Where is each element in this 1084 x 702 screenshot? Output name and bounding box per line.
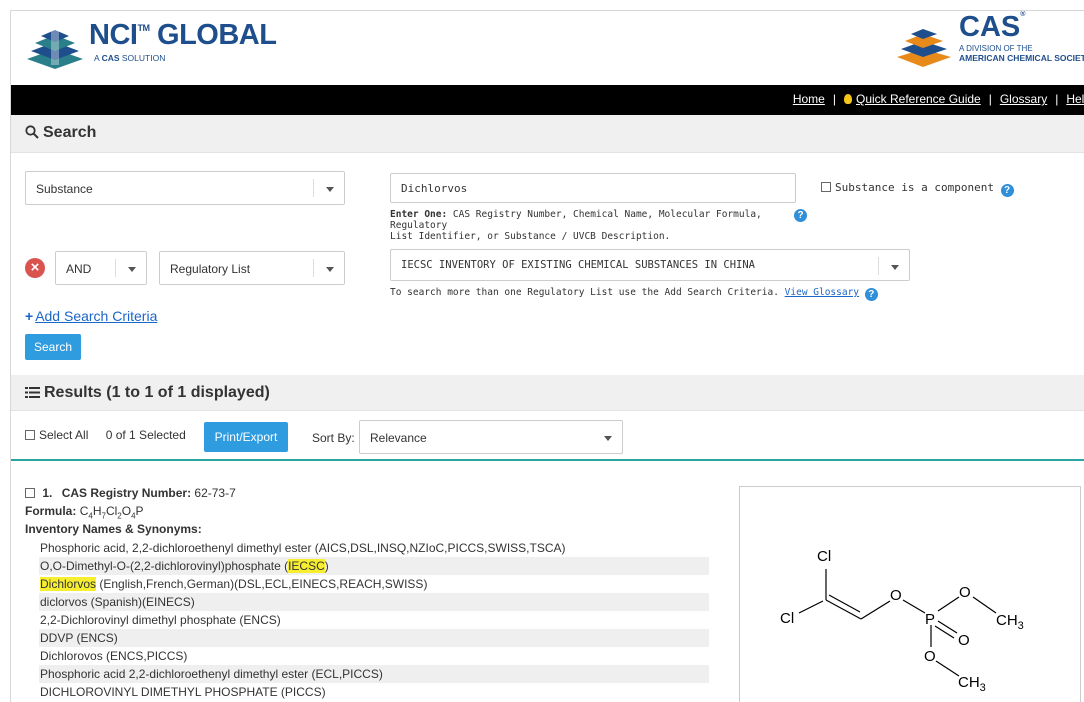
search-button[interactable]: Search	[25, 334, 81, 360]
cas-registry-number[interactable]: 62-73-7	[194, 486, 235, 500]
results-section-header: Results (1 to 1 of 1 displayed)	[11, 375, 1084, 411]
lightbulb-icon	[843, 94, 852, 104]
sort-by-select[interactable]: Relevance	[359, 420, 623, 454]
atom-p: P	[925, 611, 935, 628]
synonym-item: O,O-Dimethyl-O-(2,2-dichlorovinyl)phosph…	[39, 557, 709, 575]
chevron-down-icon	[326, 267, 334, 272]
help-icon[interactable]: ?	[864, 288, 878, 301]
molecular-formula: C4H7Cl2O4P	[79, 504, 144, 521]
record-select-checkbox[interactable]	[25, 488, 35, 498]
search-section-title: Search	[43, 124, 97, 141]
nci-tagline: A CAS SOLUTION	[94, 53, 166, 63]
search-section-header: Search	[11, 115, 1084, 153]
nci-brand-title: NCITM GLOBAL	[89, 19, 277, 51]
nav-links: Home|Quick Reference Guide|Glossary|Help	[793, 92, 1084, 106]
regulatory-list-hint: To search more than one Regulatory List …	[390, 287, 878, 301]
substance-component-checkbox[interactable]	[821, 182, 831, 192]
chevron-down-icon	[326, 187, 334, 192]
help-icon[interactable]: ?	[1000, 184, 1014, 197]
methyl-top: CH3	[996, 612, 1024, 632]
atom-cl-left: Cl	[780, 610, 794, 627]
atom-o-ester: O	[890, 587, 902, 604]
remove-criteria-icon[interactable]: ×	[25, 258, 45, 278]
synonym-item: Phosphoric acid, 2,2-dichloroethenyl dim…	[40, 541, 566, 555]
selected-count: 0 of 1 Selected	[105, 428, 186, 442]
atom-cl-top: Cl	[817, 548, 831, 565]
header: NCITM GLOBAL A CAS SOLUTION CAS® A DIVIS…	[11, 11, 1084, 85]
chevron-down-icon	[891, 265, 899, 270]
criteria-field-type-select[interactable]: Regulatory List	[159, 251, 345, 285]
synonym-item: Dichlorvos (English,French,German)(DSL,E…	[40, 577, 428, 591]
search-term-hint: Enter One: CAS Registry Number, Chemical…	[390, 209, 762, 242]
print-export-button[interactable]: Print/Export	[204, 422, 288, 452]
record-formula-line: Formula: C4H7Cl2O4P	[25, 504, 144, 521]
atom-o-methoxy-bottom: O	[924, 648, 936, 665]
synonym-item: DDVP (ENCS)	[39, 629, 709, 647]
sort-by-label: Sort By:	[312, 431, 355, 445]
nci-logo-icon	[27, 25, 83, 69]
search-icon	[25, 125, 39, 139]
cas-brand-title: CAS®	[959, 11, 1026, 43]
select-all-checkbox[interactable]	[25, 430, 35, 440]
nav-glossary-link[interactable]: Glossary	[1000, 92, 1047, 106]
inventory-names-heading: Inventory Names & Synonyms:	[25, 522, 202, 536]
cas-logo-icon	[897, 29, 951, 67]
nav-home-link[interactable]: Home	[793, 92, 825, 106]
view-glossary-link[interactable]: View Glossary	[785, 287, 859, 298]
chevron-down-icon	[604, 436, 612, 441]
results-toolbar: Select All 0 of 1 Selected	[25, 428, 186, 442]
chevron-down-icon	[128, 267, 136, 272]
atom-o-double: O	[958, 632, 970, 649]
search-term-input[interactable]: Dichlorvos	[390, 173, 796, 203]
synonym-item: 2,2-Dichlorovinyl dimethyl phosphate (EN…	[40, 613, 281, 627]
list-icon	[25, 387, 40, 398]
search-field-type-select[interactable]: Substance	[25, 171, 345, 205]
results-section-title: Results (1 to 1 of 1 displayed)	[44, 384, 270, 401]
chemical-structure-panel: Cl Cl O P O O O CH3 CH3	[739, 486, 1081, 702]
synonym-item: diclorvos (Spanish)(EINECS)	[39, 593, 709, 611]
page: NCITM GLOBAL A CAS SOLUTION CAS® A DIVIS…	[10, 10, 1084, 702]
operator-select[interactable]: AND	[55, 251, 147, 285]
substance-component-option: Substance is a component ?	[821, 181, 1014, 197]
synonym-item: Dichlorovos (ENCS,PICCS)	[40, 649, 188, 663]
add-search-criteria-link[interactable]: + Add Search Criteria	[25, 308, 157, 324]
plus-icon: +	[25, 308, 34, 324]
atom-o-methoxy-top: O	[959, 584, 971, 601]
cas-society-text: AMERICAN CHEMICAL SOCIETY	[959, 53, 1084, 63]
chemical-structure-diagram: Cl Cl O P O O O CH3 CH3	[780, 548, 1024, 694]
regulatory-list-select[interactable]: IECSC INVENTORY OF EXISTING CHEMICAL SUB…	[390, 249, 910, 281]
cas-division-text: A DIVISION OF THE	[959, 44, 1033, 53]
nav-help-link[interactable]: Help	[1066, 92, 1084, 106]
top-nav-bar: Home|Quick Reference Guide|Glossary|Help	[11, 85, 1084, 115]
synonym-item: DICHLOROVINYL DIMETHYL PHOSPHATE (PICCS)	[40, 685, 326, 699]
search-term-help-icon[interactable]: ?	[794, 209, 807, 222]
synonym-item: Phosphoric acid 2,2-dichloroethenyl dime…	[39, 665, 709, 683]
nav-quick-reference-link[interactable]: Quick Reference Guide	[856, 92, 981, 106]
methyl-bottom: CH3	[958, 674, 986, 694]
record-cas-line: 1. CAS Registry Number: 62-73-7	[25, 486, 236, 500]
results-divider	[11, 459, 1084, 461]
